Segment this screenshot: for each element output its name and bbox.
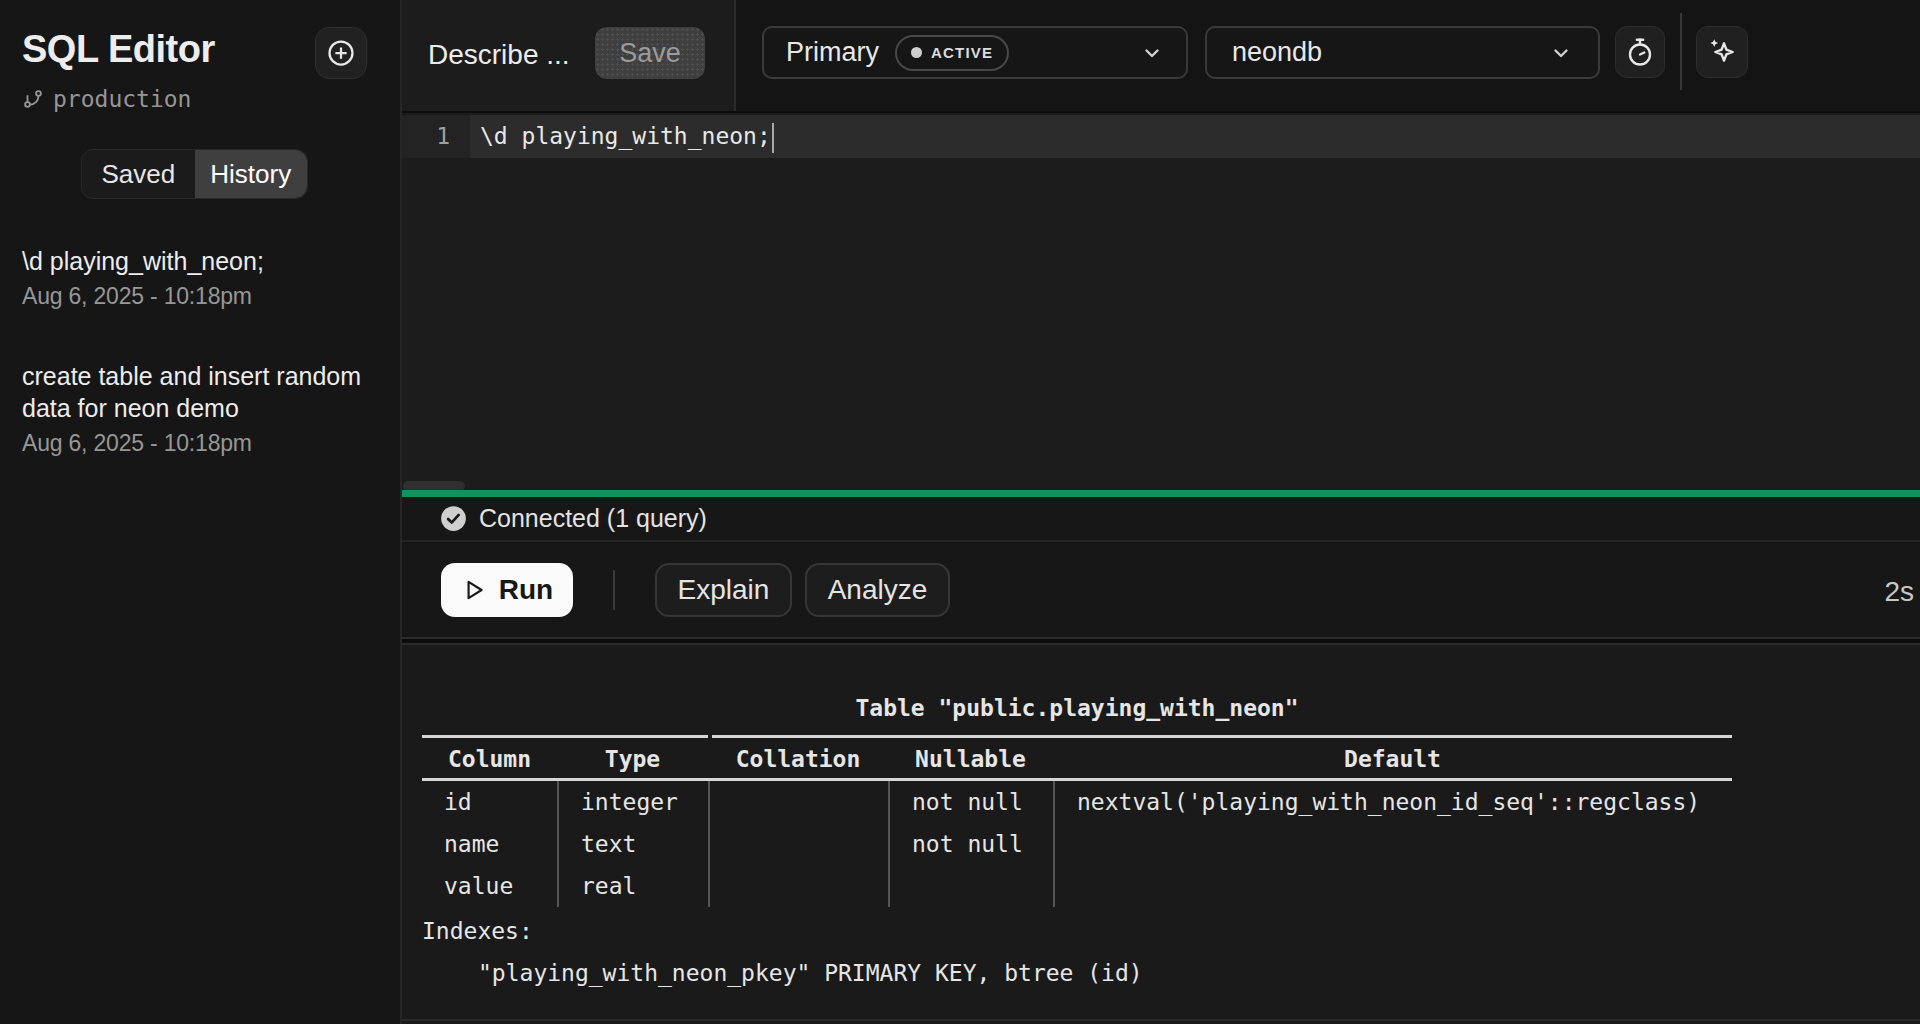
sidebar: SQL Editor production Saved History \d p…	[0, 0, 402, 1024]
query-duration: 2s	[1884, 576, 1914, 608]
table-row: name text not null	[422, 823, 1732, 865]
history-item[interactable]: \d playing_with_neon; Aug 6, 2025 - 10:1…	[22, 245, 382, 311]
saved-history-tabs: Saved History	[81, 149, 308, 199]
connection-status-row: Connected (1 query)	[402, 497, 1920, 542]
indexes-label: Indexes:	[422, 910, 533, 952]
branch-select-value: Primary	[786, 37, 879, 68]
connection-status-bar	[402, 490, 1920, 497]
tab-saved[interactable]: Saved	[82, 150, 195, 198]
play-icon	[461, 577, 487, 603]
circle-plus-icon	[326, 38, 356, 68]
explain-button[interactable]: Explain	[655, 563, 792, 617]
text-cursor	[772, 123, 774, 153]
branch-indicator: production	[22, 86, 191, 112]
connection-status-text: Connected (1 query)	[479, 504, 707, 533]
database-select-value: neondb	[1232, 37, 1322, 68]
code-editor[interactable]: 1 \d playing_with_neon;	[402, 111, 1920, 490]
panel-splitter[interactable]	[402, 637, 1920, 645]
history-time: Aug 6, 2025 - 10:18pm	[22, 428, 382, 458]
table-row: value real	[422, 865, 1732, 907]
sparkles-icon	[1706, 36, 1738, 68]
table-rule	[422, 735, 708, 738]
actions-divider	[613, 570, 615, 610]
query-tab-title[interactable]: Describe ...	[428, 39, 570, 71]
run-button[interactable]: Run	[441, 563, 573, 617]
branch-status-badge: ACTIVE	[895, 35, 1009, 71]
result-table-title: Table "public.playing_with_neon"	[422, 694, 1732, 722]
check-circle-icon	[440, 505, 467, 532]
query-history-button[interactable]	[1615, 26, 1665, 78]
tab-history[interactable]: History	[195, 150, 308, 198]
index-detail: "playing_with_neon_pkey" PRIMARY KEY, bt…	[478, 952, 1143, 994]
branch-name: production	[53, 86, 191, 112]
history-query: \d playing_with_neon;	[22, 245, 382, 277]
history-item[interactable]: create table and insert random data for …	[22, 360, 382, 458]
editor-active-line: 1 \d playing_with_neon;	[402, 115, 1920, 158]
actions-row: Run Explain Analyze 2s	[402, 544, 1920, 637]
table-row: id integer not null nextval('playing_wit…	[422, 781, 1732, 823]
table-rule	[712, 735, 1732, 738]
results-panel: Table "public.playing_with_neon" Column …	[402, 645, 1920, 1024]
code-line: \d playing_with_neon;	[470, 115, 1920, 158]
bottom-border	[402, 1019, 1920, 1021]
stopwatch-icon	[1625, 37, 1655, 67]
main-panel: Describe ... Save Primary ACTIVE neondb	[402, 0, 1920, 1024]
branch-select[interactable]: Primary ACTIVE	[762, 26, 1188, 79]
chevron-down-icon	[1549, 41, 1573, 65]
git-branch-icon	[22, 88, 44, 110]
line-number: 1	[402, 115, 470, 158]
analyze-button[interactable]: Analyze	[805, 563, 950, 617]
result-rows: id integer not null nextval('playing_wit…	[422, 781, 1732, 907]
history-query: create table and insert random data for …	[22, 360, 382, 424]
topbar-icons-divider	[1680, 13, 1682, 90]
save-button[interactable]: Save	[595, 27, 705, 79]
status-dot-icon	[911, 47, 922, 58]
database-select[interactable]: neondb	[1205, 26, 1600, 79]
ai-assist-button[interactable]	[1696, 26, 1748, 78]
query-tab-bar: Describe ... Save	[402, 0, 734, 111]
chevron-down-icon	[1140, 41, 1164, 65]
history-time: Aug 6, 2025 - 10:18pm	[22, 281, 382, 311]
new-query-button[interactable]	[315, 27, 367, 79]
result-header-row: Column Type Collation Nullable Default	[422, 744, 1732, 778]
page-title: SQL Editor	[22, 28, 215, 71]
topbar-divider	[734, 0, 736, 111]
